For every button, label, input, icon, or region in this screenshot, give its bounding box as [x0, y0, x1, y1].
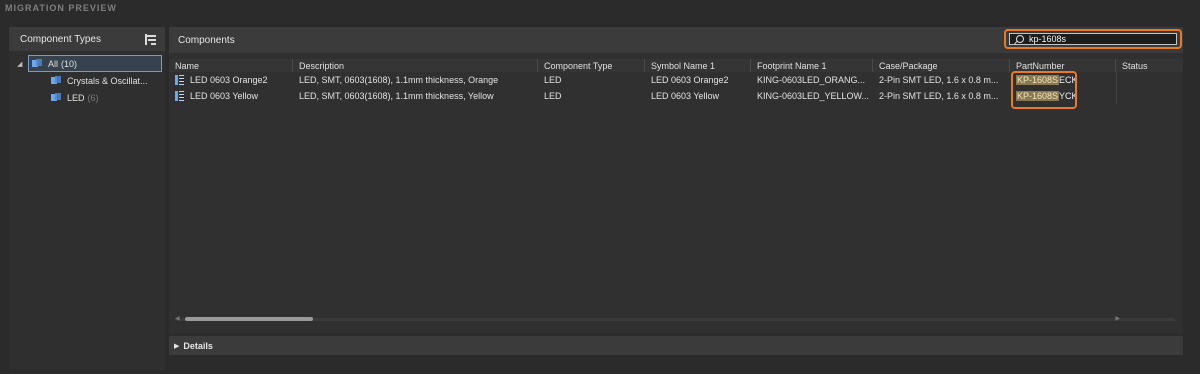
cell-symbol-name: LED 0603 Orange2: [651, 75, 729, 85]
cell-name: LED 0603 Orange2: [169, 72, 293, 88]
component-type-icon: [51, 93, 61, 102]
cell-footprint-name: KING-0603LED_YELLOW...: [757, 91, 870, 101]
column-header-description[interactable]: Description: [293, 59, 538, 72]
tree-item-label: LED: [67, 92, 85, 103]
tree-item-all[interactable]: ◢ All (10): [17, 55, 162, 72]
components-title: Components: [178, 34, 235, 46]
tree-item-label: Crystals & Oscillat...: [67, 75, 148, 86]
column-header-part-number[interactable]: PartNumber: [1010, 59, 1116, 72]
cell-name: LED 0603 Yellow: [169, 88, 293, 104]
component-types-title: Component Types: [20, 33, 101, 45]
tree-item-label: All: [48, 58, 59, 69]
components-header: Components kp-1608s: [169, 27, 1183, 53]
scrollbar-track[interactable]: [175, 318, 1175, 321]
search-value: kp-1608s: [1029, 34, 1067, 44]
part-number-rest: YCK: [1059, 91, 1078, 101]
search-input[interactable]: kp-1608s: [1010, 34, 1176, 44]
tree-item-count: (10): [61, 58, 78, 69]
column-header-footprint-name[interactable]: Footprint Name 1: [751, 59, 873, 72]
tree-filter-icon[interactable]: [145, 33, 156, 45]
expand-arrow-icon: ▶: [174, 342, 180, 350]
tree-item-crystals-oscillators[interactable]: Crystals & Oscillat...: [9, 72, 165, 89]
column-header-status[interactable]: Status: [1116, 59, 1183, 72]
cell-name-text: LED 0603 Orange2: [190, 75, 268, 85]
component-type-icon: [32, 59, 42, 68]
component-types-header: Component Types: [9, 27, 165, 51]
search-box[interactable]: kp-1608s: [1004, 29, 1182, 49]
component-types-panel: Component Types ◢ All (10) Crystals & Os…: [9, 27, 165, 370]
cell-footprint-name: KING-0603LED_ORANG...: [757, 75, 866, 85]
cell-symbol-name: LED 0603 Yellow: [651, 91, 720, 101]
details-section-toggle[interactable]: ▶ Details: [169, 336, 1183, 355]
scroll-right-icon[interactable]: ▶: [1115, 315, 1120, 322]
tree-item-count: (6): [87, 92, 99, 103]
panel-title: MIGRATION PREVIEW: [5, 3, 117, 13]
table-header: Name Description Component Type Symbol N…: [169, 59, 1183, 72]
cell-part-number: KP-1608S YCK: [1010, 88, 1116, 104]
column-header-component-type[interactable]: Component Type: [538, 59, 645, 72]
component-icon: [175, 91, 184, 101]
cell-description: LED, SMT, 0603(1608), 1.1mm thickness, Y…: [299, 91, 494, 101]
cell-status: [1116, 72, 1183, 88]
cell-component-type: LED: [544, 75, 562, 85]
column-header-symbol-name[interactable]: Symbol Name 1: [645, 59, 751, 72]
cell-case-package: 2-Pin SMT LED, 1.6 x 0.8 m...: [879, 91, 999, 101]
cell-component-type: LED: [544, 91, 562, 101]
component-type-icon: [51, 76, 61, 85]
components-table: Name Description Component Type Symbol N…: [169, 59, 1183, 104]
cell-description: LED, SMT, 0603(1608), 1.1mm thickness, O…: [299, 75, 499, 85]
scrollbar-thumb[interactable]: [185, 317, 313, 321]
cell-name-text: LED 0603 Yellow: [190, 91, 259, 101]
part-number-rest: ECK: [1059, 75, 1078, 85]
search-match-highlight: KP-1608S: [1016, 91, 1060, 101]
cell-case-package: 2-Pin SMT LED, 1.6 x 0.8 m...: [879, 75, 999, 85]
search-match-highlight: KP-1608S: [1016, 75, 1060, 85]
collapse-arrow-icon[interactable]: ◢: [17, 60, 22, 68]
column-header-case-package[interactable]: Case/Package: [873, 59, 1010, 72]
cell-status: [1116, 88, 1183, 104]
tree-item-led[interactable]: LED (6): [9, 89, 165, 106]
table-row[interactable]: LED 0603 Yellow LED, SMT, 0603(1608), 1.…: [169, 88, 1183, 104]
scroll-left-icon[interactable]: ◀: [175, 315, 180, 322]
search-icon: [1016, 35, 1024, 43]
component-icon: [175, 75, 184, 85]
column-header-name[interactable]: Name: [169, 59, 293, 72]
details-label: Details: [183, 340, 213, 351]
cell-part-number: KP-1608S ECK: [1010, 72, 1116, 88]
horizontal-scrollbar[interactable]: ◀ ▶: [175, 315, 1175, 324]
table-row[interactable]: LED 0603 Orange2 LED, SMT, 0603(1608), 1…: [169, 72, 1183, 88]
components-panel: Components kp-1608s Name Description Com…: [169, 27, 1183, 333]
